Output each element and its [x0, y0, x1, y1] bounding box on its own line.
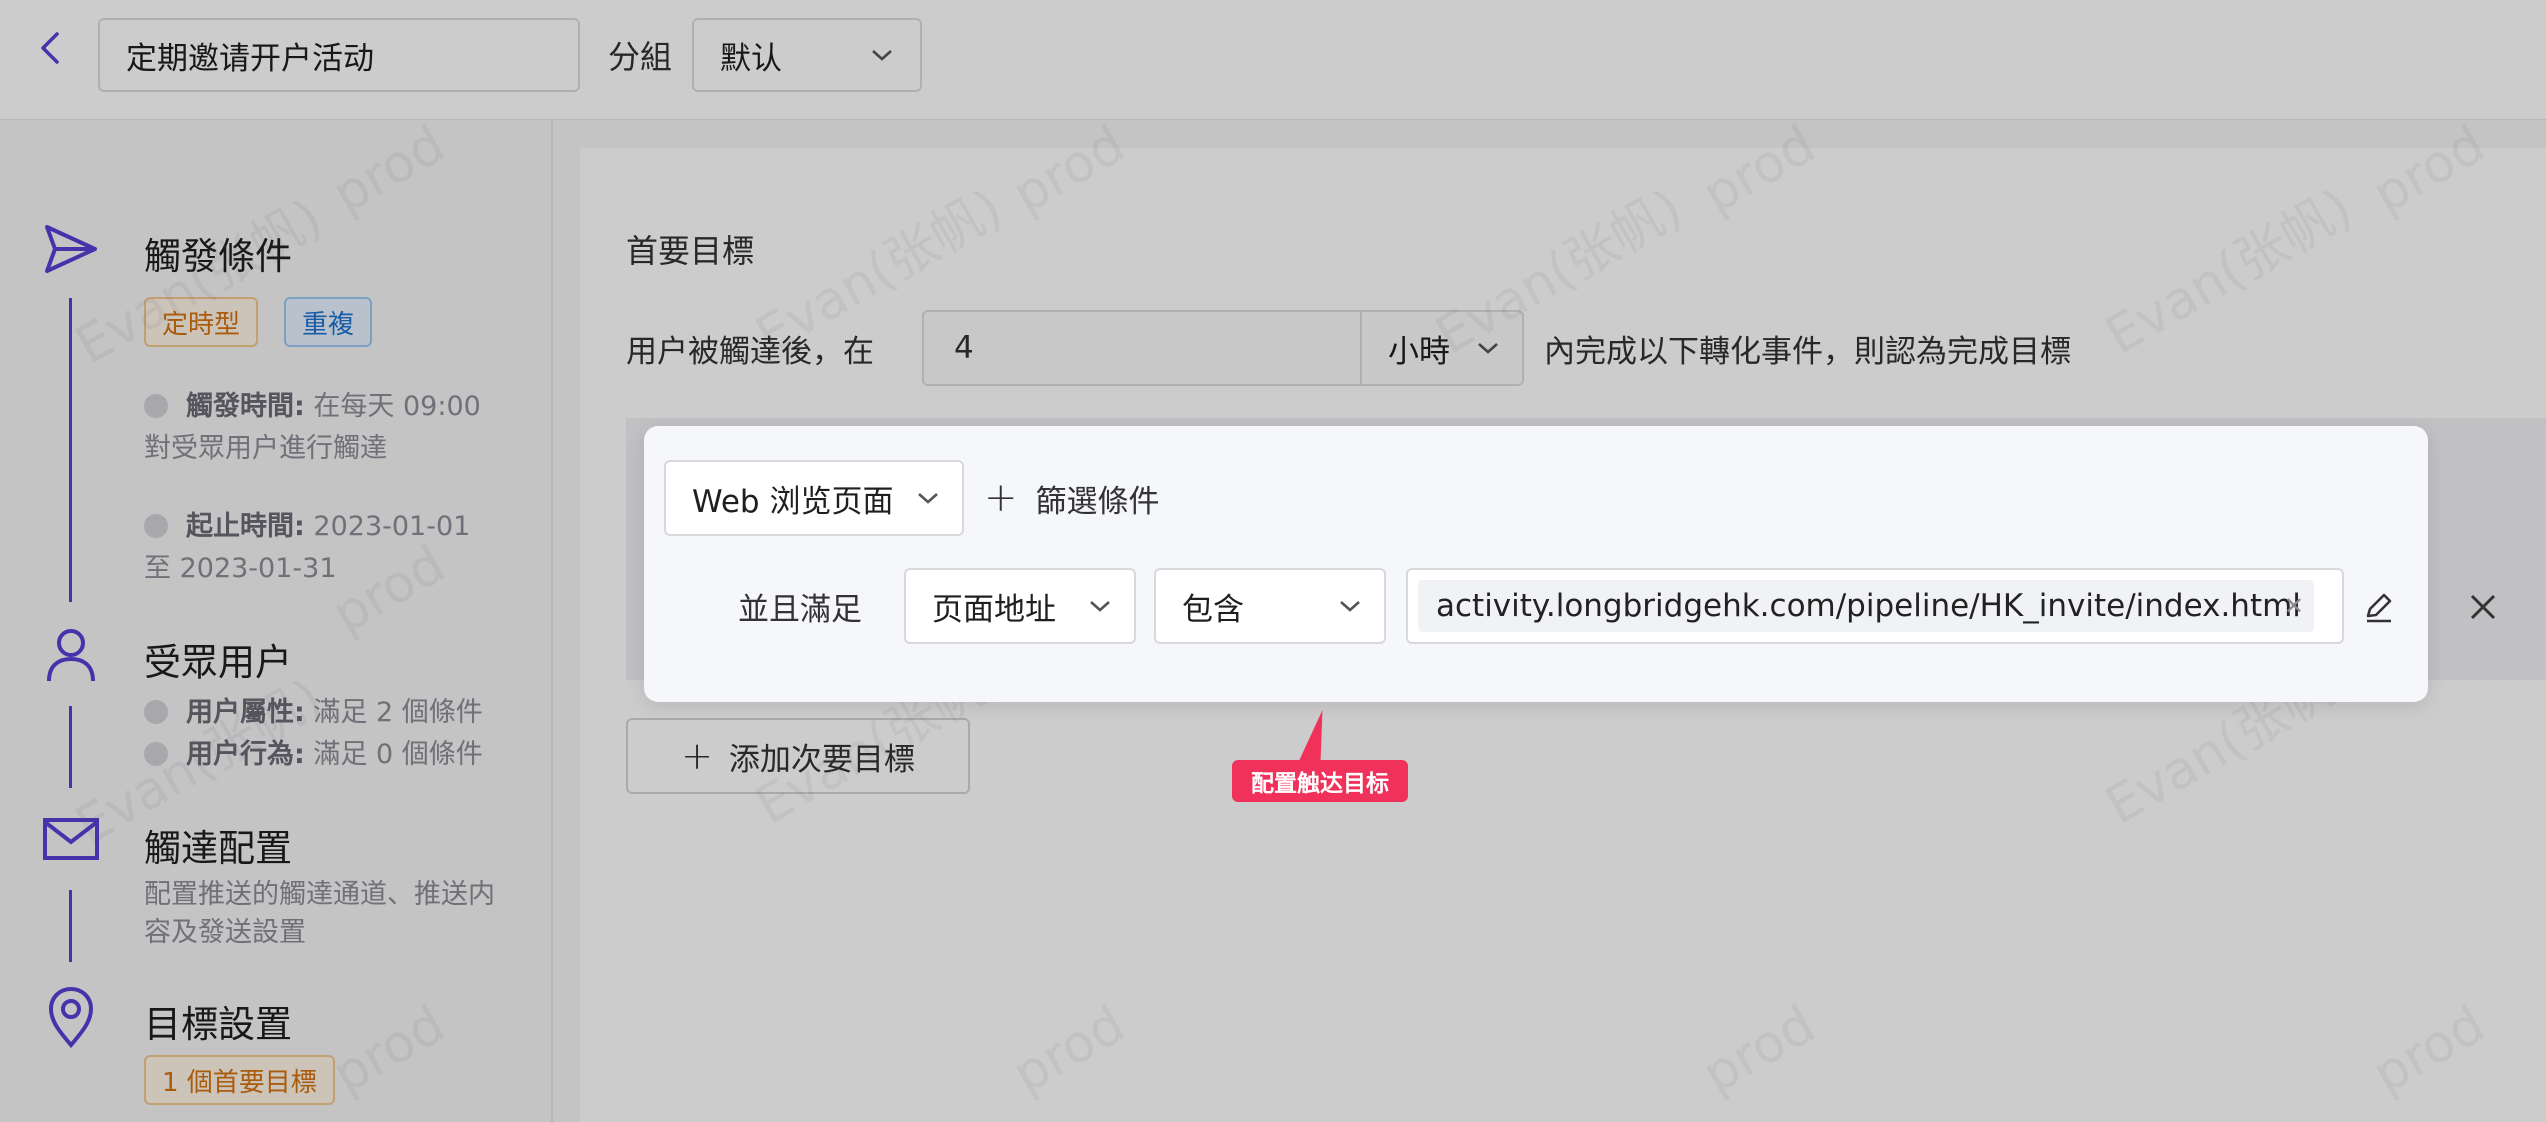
condition-value-text: activity.longbridgehk.com/pipeline/HK_in… — [1436, 588, 2301, 624]
condition-value-input[interactable]: activity.longbridgehk.com/pipeline/HK_in… — [1406, 568, 2344, 644]
event-type-select[interactable]: Web 浏览页面 — [664, 460, 964, 536]
property-value: 页面地址 — [932, 591, 1056, 628]
add-filter-button[interactable]: + 篩選條件 — [984, 460, 1160, 536]
goal-event-card: Web 浏览页面 + 篩選條件 並且滿足 页面地址 包含 activity.lo… — [644, 426, 2428, 702]
remove-goal-button[interactable] — [2460, 584, 2506, 630]
remove-tag-icon[interactable]: ✕ — [2284, 592, 2304, 620]
operator-select[interactable]: 包含 — [1154, 568, 1386, 644]
operator-value: 包含 — [1182, 591, 1244, 628]
event-type-value: Web 浏览页面 — [692, 483, 894, 520]
close-icon — [2470, 594, 2496, 620]
property-select[interactable]: 页面地址 — [904, 568, 1136, 644]
condition-value-tag: activity.longbridgehk.com/pipeline/HK_in… — [1418, 580, 2314, 632]
chevron-down-icon — [1090, 601, 1110, 612]
and-condition-label: 並且滿足 — [738, 591, 862, 628]
pencil-icon — [2366, 593, 2392, 623]
add-filter-label: 篩選條件 — [1035, 483, 1160, 520]
chevron-down-icon — [918, 493, 938, 504]
chevron-down-icon — [1340, 601, 1360, 612]
guide-tooltip: 配置触达目标 — [1232, 760, 1408, 802]
edit-condition-button[interactable] — [2356, 584, 2402, 630]
plus-icon: + — [984, 475, 1018, 521]
